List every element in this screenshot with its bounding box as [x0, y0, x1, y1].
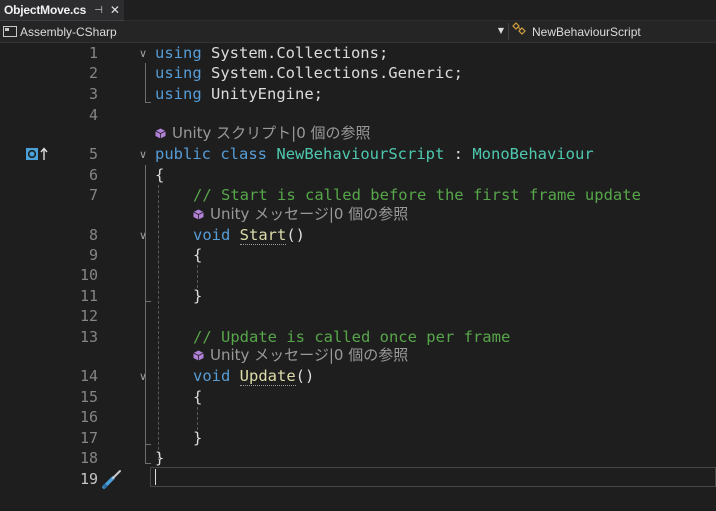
- code-line-7: // Start is called before the first fram…: [193, 186, 641, 204]
- code-editor[interactable]: 1 2 3 4 5 6 7 8 9 10 11 12 13 14 15 16 1…: [0, 43, 716, 493]
- code-line-13: // Update is called once per frame: [193, 328, 511, 346]
- glyph-margin: [0, 43, 24, 493]
- line-number: 10: [79, 266, 98, 284]
- line-number-current: 19: [79, 470, 98, 488]
- line-number: 16: [79, 408, 98, 426]
- line-number: 2: [88, 64, 98, 82]
- close-icon[interactable]: ✕: [110, 3, 120, 17]
- outline-bracket: [145, 388, 146, 444]
- current-line-highlight: [150, 467, 716, 487]
- project-label: Assembly-CSharp: [20, 24, 117, 39]
- code-line-17: }: [193, 429, 203, 447]
- unity-cube-icon: [193, 209, 204, 219]
- document-tab-strip: ObjectMove.cs ⊣ ✕: [0, 0, 716, 22]
- line-number: 6: [88, 166, 98, 184]
- code-line-14: void Update(): [193, 367, 315, 386]
- outline-bracket: [145, 63, 146, 102]
- line-number: 3: [88, 85, 98, 103]
- line-number: 5: [88, 145, 98, 163]
- line-number: 14: [79, 367, 98, 385]
- screwdriver-icon[interactable]: [100, 467, 124, 491]
- unity-cube-icon: [155, 128, 166, 138]
- outline-bracket-end: [145, 463, 151, 464]
- code-line-9: {: [193, 246, 203, 264]
- code-line-11: }: [193, 287, 203, 305]
- outline-bracket: [145, 246, 146, 301]
- code-line-5: public class NewBehaviourScript : MonoBe…: [155, 145, 594, 163]
- code-line-15: {: [193, 388, 203, 406]
- tab-title: ObjectMove.cs: [4, 3, 87, 17]
- line-number: 8: [88, 226, 98, 244]
- outline-bracket-end: [145, 301, 151, 302]
- codelens-start[interactable]: Unity メッセージ|0 個の参照: [193, 204, 408, 224]
- fold-toggle[interactable]: ∨: [139, 148, 147, 161]
- fold-toggle[interactable]: ∨: [139, 47, 147, 60]
- chevron-down-icon[interactable]: ▼: [498, 26, 504, 35]
- line-number: 1: [88, 44, 98, 62]
- line-number: 12: [79, 307, 98, 325]
- line-number: 11: [79, 287, 98, 305]
- outline-bracket-end: [145, 444, 151, 445]
- code-line-2: using System.Collections.Generic;: [155, 64, 463, 82]
- tab-objectmove-cs[interactable]: ObjectMove.cs ⊣ ✕: [0, 0, 124, 22]
- line-number: 9: [88, 246, 98, 264]
- line-number: 7: [88, 186, 98, 204]
- codelens-update[interactable]: Unity メッセージ|0 個の参照: [193, 345, 408, 365]
- code-line-1: using System.Collections;: [155, 44, 389, 62]
- code-line-6: {: [155, 166, 165, 184]
- class-icon: [512, 22, 528, 41]
- class-label: NewBehaviourScript: [532, 24, 641, 39]
- line-number: 15: [79, 388, 98, 406]
- project-dropdown[interactable]: Assembly-CSharp ▼: [0, 21, 508, 42]
- code-line-3: using UnityEngine;: [155, 85, 323, 103]
- line-number: 4: [88, 106, 98, 124]
- unity-cube-icon: [193, 350, 204, 360]
- csharp-project-icon: [3, 26, 17, 37]
- codelens-inherit-icon[interactable]: [25, 147, 49, 161]
- line-number: 18: [79, 449, 98, 467]
- navbar-divider: [508, 23, 509, 40]
- pin-icon[interactable]: ⊣: [94, 5, 103, 16]
- navigation-bar: Assembly-CSharp ▼ NewBehaviourScript: [0, 21, 716, 43]
- codelens-class[interactable]: Unity スクリプト|0 個の参照: [155, 123, 371, 143]
- line-number: 13: [79, 328, 98, 346]
- class-dropdown[interactable]: NewBehaviourScript: [512, 21, 641, 42]
- outline-bracket-end: [145, 102, 151, 103]
- code-line-18: }: [155, 449, 165, 467]
- line-number: 17: [79, 429, 98, 447]
- code-text-area[interactable]: using System.Collections; using System.C…: [155, 43, 641, 511]
- code-line-8: void Start(): [193, 226, 306, 245]
